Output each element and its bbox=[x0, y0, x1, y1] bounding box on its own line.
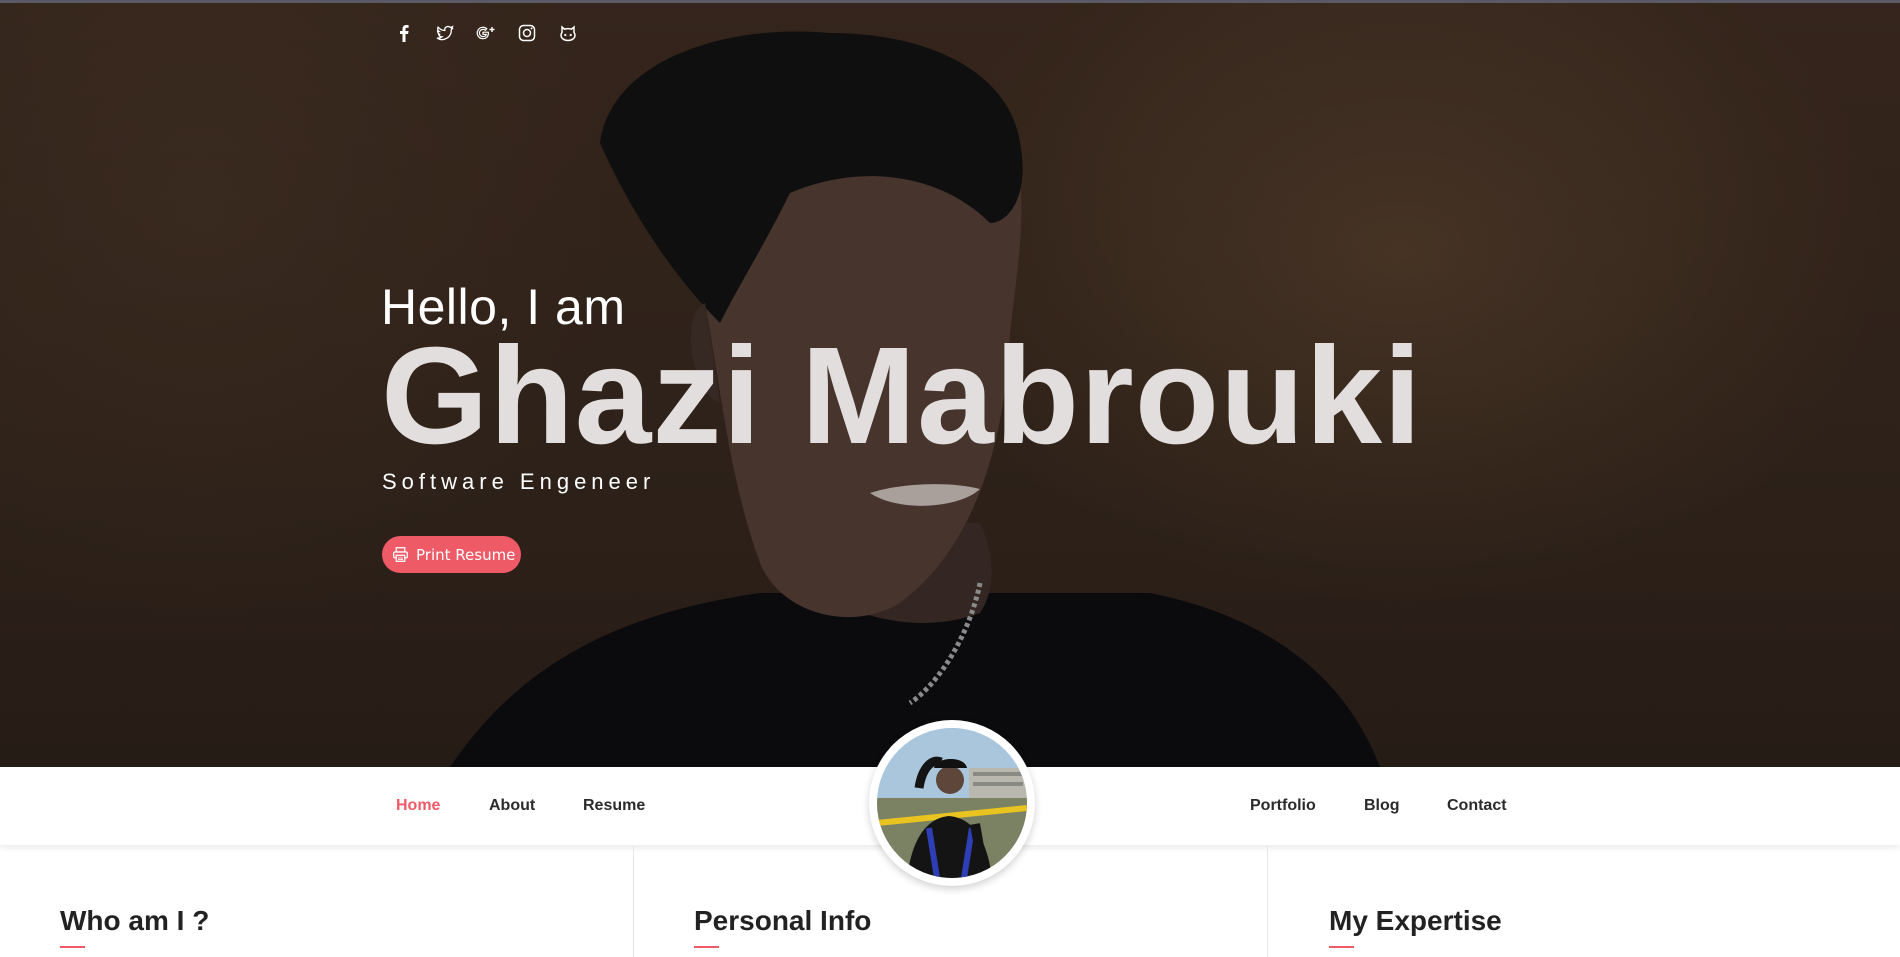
nav-contact[interactable]: Contact bbox=[1447, 797, 1507, 815]
profile-avatar[interactable] bbox=[869, 720, 1035, 886]
title-underline bbox=[1329, 946, 1354, 948]
about-section-title: Who am I ? bbox=[60, 905, 210, 936]
social-links bbox=[393, 22, 579, 44]
personal-info-section-title: Personal Info bbox=[694, 905, 872, 936]
print-resume-button[interactable]: Print Resume bbox=[382, 536, 521, 573]
print-resume-label: Print Resume bbox=[416, 545, 516, 564]
title-underline bbox=[60, 946, 85, 948]
expertise-section-title: My Expertise bbox=[1329, 905, 1502, 936]
hero-section: Hello, I am Ghazi Mabrouki Software Enge… bbox=[0, 3, 1900, 767]
nav-about[interactable]: About bbox=[489, 797, 535, 815]
facebook-icon[interactable] bbox=[393, 22, 415, 44]
hero-role: Software Engeneer bbox=[382, 469, 656, 494]
nav-resume[interactable]: Resume bbox=[583, 797, 645, 815]
printer-icon bbox=[393, 547, 408, 562]
nav-portfolio[interactable]: Portfolio bbox=[1250, 797, 1316, 815]
hero-name: Ghazi Mabrouki bbox=[381, 319, 1423, 473]
nav-home[interactable]: Home bbox=[396, 797, 440, 815]
column-divider bbox=[1267, 845, 1268, 957]
column-divider bbox=[633, 845, 634, 957]
avatar-photo bbox=[877, 728, 1027, 878]
google-plus-icon[interactable] bbox=[475, 22, 497, 44]
title-underline bbox=[694, 946, 719, 948]
nav-blog[interactable]: Blog bbox=[1364, 797, 1400, 815]
instagram-icon[interactable] bbox=[516, 22, 538, 44]
github-icon[interactable] bbox=[557, 22, 579, 44]
twitter-icon[interactable] bbox=[434, 22, 456, 44]
